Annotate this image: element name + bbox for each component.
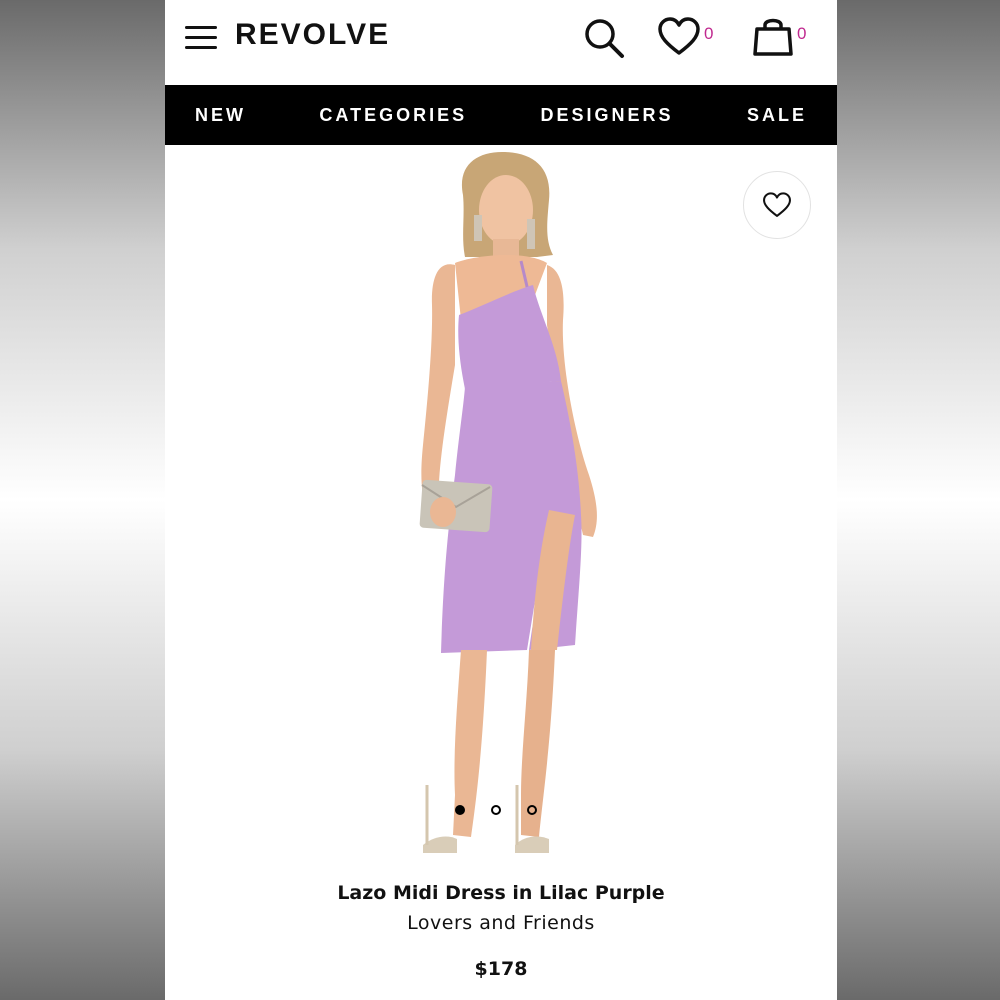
menu-button[interactable] xyxy=(185,26,217,50)
nav-sale[interactable]: SALE xyxy=(747,105,807,126)
nav-new[interactable]: NEW xyxy=(195,105,246,126)
favorite-button[interactable] xyxy=(743,171,811,239)
product-image[interactable] xyxy=(165,145,837,865)
carousel-dot-3[interactable] xyxy=(527,805,537,815)
product-price: $178 xyxy=(474,958,528,980)
carousel-dots xyxy=(455,805,537,815)
wishlist-button[interactable]: 0 xyxy=(657,14,721,62)
right-backdrop xyxy=(835,0,1000,1000)
product-name[interactable]: Lazo Midi Dress in Lilac Purple xyxy=(165,882,837,904)
category-nav: NEW CATEGORIES DESIGNERS SALE xyxy=(165,85,837,145)
menu-icon-bar xyxy=(185,46,217,49)
carousel-dot-2[interactable] xyxy=(491,805,501,815)
wishlist-count: 0 xyxy=(704,24,714,43)
search-icon xyxy=(585,19,624,58)
left-backdrop xyxy=(0,0,165,1000)
favorite-heart-icon xyxy=(763,192,791,217)
search-button[interactable] xyxy=(583,14,627,62)
menu-icon-bar xyxy=(185,36,217,39)
nav-designers[interactable]: DESIGNERS xyxy=(541,105,674,126)
bag-button[interactable]: 0 xyxy=(751,14,815,62)
top-header: REVOLVE 0 0 xyxy=(165,0,837,85)
bag-count: 0 xyxy=(797,24,807,43)
bag-icon xyxy=(753,18,793,56)
heart-icon xyxy=(658,17,700,55)
model-photo xyxy=(419,151,597,853)
carousel-dot-1[interactable] xyxy=(455,805,465,815)
nav-categories[interactable]: CATEGORIES xyxy=(319,105,467,126)
app-screen: REVOLVE 0 0 NEW CATEGORIES DESIGNERS SAL… xyxy=(165,0,837,1000)
revolve-logo[interactable]: REVOLVE xyxy=(235,18,390,52)
product-brand[interactable]: Lovers and Friends xyxy=(165,912,837,934)
menu-icon xyxy=(185,26,217,29)
